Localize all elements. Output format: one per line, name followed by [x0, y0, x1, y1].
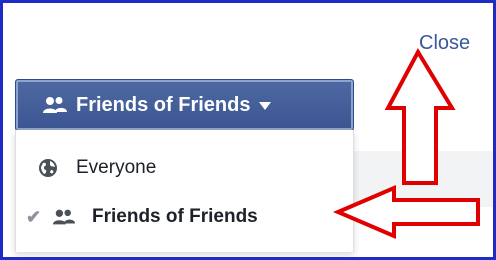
menu-item-everyone[interactable]: Everyone [16, 148, 353, 188]
globe-icon [39, 159, 57, 177]
menu-item-label: Friends of Friends [92, 206, 258, 227]
caret-down-icon [259, 102, 272, 110]
screenshot-frame: Close Friends of Friends Everyone ✔ Frie… [0, 0, 496, 260]
friends-icon [52, 209, 76, 225]
background-panel [354, 151, 493, 207]
menu-item-label: Everyone [76, 157, 157, 178]
friends-icon [43, 97, 67, 113]
close-link[interactable]: Close [419, 32, 470, 55]
privacy-dropdown-menu: Everyone ✔ Friends of Friends [15, 130, 354, 252]
privacy-selector-button[interactable]: Friends of Friends [15, 79, 354, 131]
privacy-button-label: Friends of Friends [76, 93, 251, 116]
menu-item-friends-of-friends[interactable]: ✔ Friends of Friends [16, 197, 353, 237]
checkmark-icon: ✔ [26, 206, 42, 227]
